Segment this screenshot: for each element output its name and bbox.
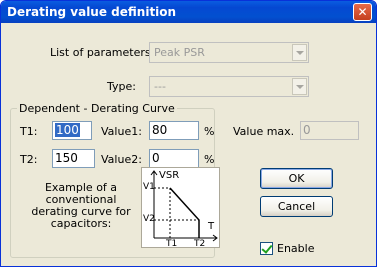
x-axis-label: T — [207, 221, 215, 232]
title-bar[interactable]: Derating value definition ✕ — [1, 1, 376, 23]
t2-label: T2: — [20, 153, 38, 166]
group-title: Dependent - Derating Curve — [17, 102, 177, 115]
value1-unit: % — [204, 125, 215, 138]
value2-input[interactable]: 0 — [149, 149, 199, 168]
type-select[interactable]: --- — [149, 76, 309, 97]
t1-value: 100 — [55, 123, 80, 137]
t1-label: T1: — [20, 125, 38, 138]
example-derating-chart: VSR T V1 V2 T1 T2 — [141, 167, 220, 249]
close-icon: ✕ — [357, 5, 368, 19]
example-line: capacitors: — [50, 217, 112, 230]
t2-tick-label: T2 — [193, 239, 205, 247]
value1-label: Value1: — [101, 125, 142, 138]
v2-tick-label: V2 — [143, 214, 155, 224]
close-button[interactable]: ✕ — [353, 3, 372, 21]
v1-tick-label: V1 — [143, 182, 155, 192]
value-max-label: Value max. — [233, 125, 295, 138]
parameters-value: Peak PSR — [154, 46, 205, 59]
type-label: Type: — [107, 80, 136, 93]
parameters-label: List of parameters: — [50, 46, 155, 59]
t1-tick-label: T1 — [165, 239, 177, 247]
derating-curve-line — [169, 187, 200, 238]
chevron-down-icon[interactable] — [292, 78, 307, 95]
value2-label: Value2: — [101, 153, 142, 166]
value2-unit: % — [204, 153, 215, 166]
dialog-body: List of parameters: Peak PSR Type: --- D… — [4, 23, 373, 263]
value-max-input[interactable]: 0 — [300, 121, 359, 140]
parameters-select[interactable]: Peak PSR — [149, 42, 309, 63]
chevron-down-icon[interactable] — [292, 44, 307, 61]
t1-input[interactable]: 100 — [52, 121, 92, 140]
dialog-window: Derating value definition ✕ List of para… — [0, 0, 377, 267]
example-text: Example of a conventional derating curve… — [21, 182, 141, 230]
ok-button[interactable]: OK — [260, 168, 333, 189]
enable-checkbox[interactable] — [260, 242, 273, 255]
cancel-button[interactable]: Cancel — [260, 196, 333, 217]
y-axis-label: VSR — [159, 170, 179, 181]
type-value: --- — [154, 80, 166, 93]
enable-label[interactable]: Enable — [277, 242, 314, 255]
value1-input[interactable]: 80 — [149, 121, 199, 140]
chart-svg: VSR T V1 V2 T1 T2 — [143, 170, 218, 249]
window-title: Derating value definition — [7, 5, 177, 19]
t2-input[interactable]: 150 — [52, 149, 95, 168]
